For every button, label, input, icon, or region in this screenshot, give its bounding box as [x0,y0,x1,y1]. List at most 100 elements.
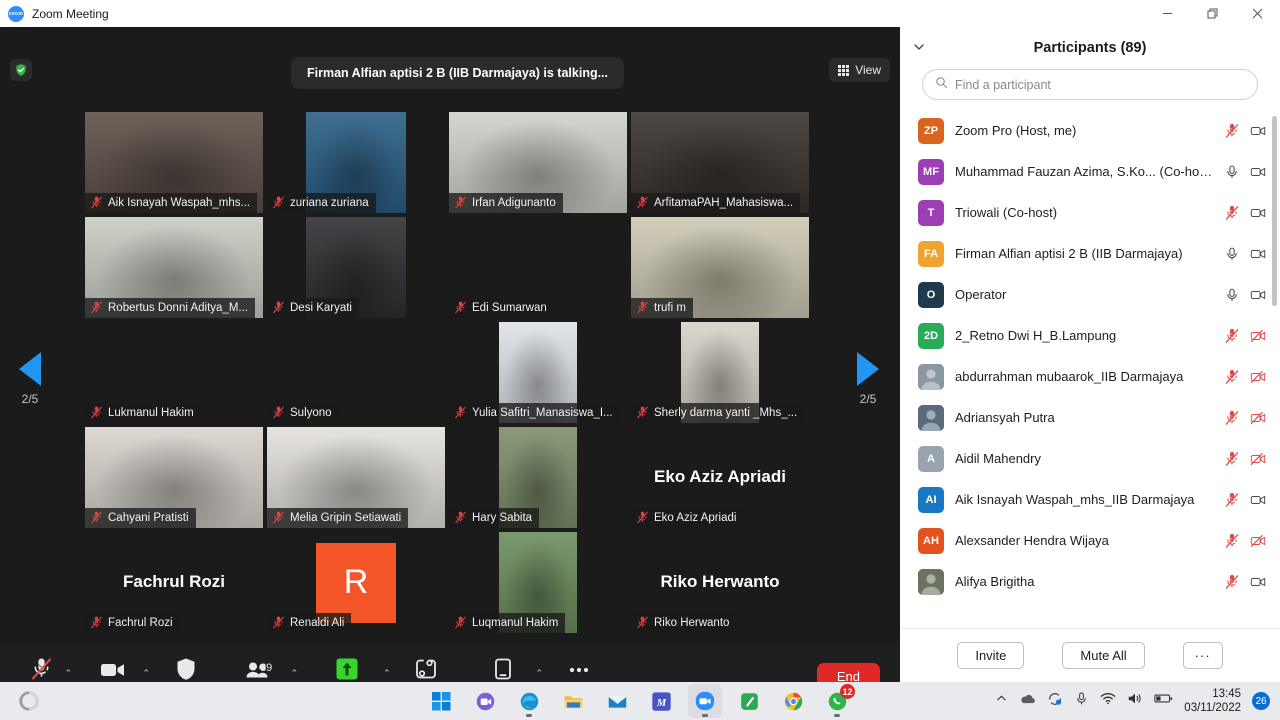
mic-icon[interactable] [1224,246,1240,262]
video-tile[interactable]: Irfan Adigunanto [449,112,627,213]
participant-row[interactable]: abdurrahman mubaarok_IIB Darmajaya [900,356,1280,397]
video-tile[interactable]: R Renaldi Ali [267,532,445,633]
video-tile[interactable]: Eko Aziz Apriadi Eko Aziz Apriadi [631,427,809,528]
camera-icon[interactable] [1250,123,1266,139]
show-hidden-icons-button[interactable] [995,692,1008,710]
video-tile[interactable]: zuriana zuriana [267,112,445,213]
view-button[interactable]: View [829,58,890,82]
camera-icon[interactable] [1250,164,1266,180]
participant-row[interactable]: AI Aik Isnayah Waspah_mhs_IIB Darmajaya [900,479,1280,520]
camera-off-icon[interactable] [1250,369,1266,385]
participant-row[interactable]: A Aidil Mahendry [900,438,1280,479]
mic-muted-icon[interactable] [1224,451,1240,467]
previous-page-button[interactable]: 2/5 [0,352,60,406]
participant-row[interactable]: O Operator [900,274,1280,315]
video-tile[interactable]: Lukmanul Hakim [85,322,263,423]
participant-row[interactable]: ZP Zoom Pro (Host, me) [900,110,1280,151]
cortana-icon[interactable] [18,690,40,712]
mic-muted-icon[interactable] [1224,533,1240,549]
chevron-up-icon[interactable]: ⌃ [383,668,391,679]
participant-row[interactable]: AH Alexsander Hendra Wijaya [900,520,1280,561]
video-tile[interactable]: Desi Karyati [267,217,445,318]
zoom-icon[interactable] [688,684,722,718]
avatar-initials-text: ZP [923,124,939,137]
mic-muted-icon[interactable] [1224,328,1240,344]
next-page-button[interactable]: 2/5 [838,352,898,406]
tile-nameplate: Riko Herwanto [631,613,737,633]
shield-check-icon[interactable] [10,59,32,81]
mic-muted-icon[interactable] [1224,574,1240,590]
video-tile[interactable]: ArfitamaPAH_Mahasiswa... [631,112,809,213]
participant-row[interactable]: 2D 2_Retno Dwi H_B.Lampung [900,315,1280,356]
chevron-down-icon[interactable] [912,40,926,57]
camera-icon[interactable] [1250,205,1266,221]
onedrive-icon[interactable] [1019,691,1036,711]
camera-icon[interactable] [1250,287,1266,303]
video-tile[interactable]: Aik Isnayah Waspah_mhs... [85,112,263,213]
participants-list[interactable]: ZP Zoom Pro (Host, me) MF Muhammad Fauzan A… [900,110,1280,628]
video-tile[interactable]: Riko Herwanto Riko Herwanto [631,532,809,633]
battery-icon[interactable] [1154,692,1173,710]
mic-muted-icon[interactable] [1224,205,1240,221]
volume-icon[interactable] [1127,691,1143,711]
video-tile[interactable]: Sherly darma yanti _Mhs_... [631,322,809,423]
more-dots-icon [566,657,592,681]
mendeley-icon[interactable]: M [644,684,678,718]
video-tile[interactable]: Yulia Safitri_Manasiswa_I... [449,322,627,423]
mic-muted-icon [91,196,102,209]
close-button[interactable] [1235,0,1280,27]
participant-row[interactable]: FA Firman Alfian aptisi 2 B (IIB Darmajay… [900,233,1280,274]
camera-off-icon[interactable] [1250,533,1266,549]
notepad-icon[interactable] [732,684,766,718]
video-tile[interactable]: trufi m [631,217,809,318]
participants-scrollbar[interactable] [1272,116,1277,306]
wifi-icon[interactable] [1100,691,1116,711]
windows-update-icon[interactable] [1047,691,1063,712]
participant-row[interactable]: Alifya Brigitha [900,561,1280,602]
mic-icon[interactable] [1224,287,1240,303]
camera-off-icon[interactable] [1250,328,1266,344]
file-explorer-icon[interactable] [556,684,590,718]
mic-muted-icon[interactable] [1224,369,1240,385]
video-tile[interactable]: Sulyono [267,322,445,423]
mic-icon[interactable] [1224,164,1240,180]
mute-all-button[interactable]: Mute All [1062,642,1145,669]
camera-off-icon[interactable] [1250,451,1266,467]
invite-button[interactable]: Invite [957,642,1025,669]
chevron-up-icon[interactable]: ⌃ [143,668,151,679]
notification-count-badge[interactable]: 26 [1252,692,1270,710]
search-input[interactable]: Find a participant [922,69,1258,100]
taskbar-clock[interactable]: 13:45 03/11/2022 [1184,687,1241,716]
chevron-up-icon[interactable]: ⌃ [291,668,299,679]
camera-off-icon[interactable] [1250,410,1266,426]
participants-more-button[interactable]: ··· [1182,642,1223,669]
video-tile[interactable]: Fachrul Rozi Fachrul Rozi [85,532,263,633]
camera-icon[interactable] [1250,574,1266,590]
participant-row[interactable]: T Triowali (Co-host) [900,192,1280,233]
video-tile[interactable]: Edi Sumarwan [449,217,627,318]
mic-muted-icon[interactable] [1224,410,1240,426]
restore-button[interactable] [1190,0,1235,27]
mic-muted-icon[interactable] [1224,123,1240,139]
start-icon[interactable] [424,684,458,718]
edge-icon[interactable] [512,684,546,718]
chevron-up-icon[interactable]: ⌃ [64,668,72,679]
mic-muted-icon [273,196,284,209]
microphone-icon[interactable] [1074,691,1089,711]
camera-icon[interactable] [1250,492,1266,508]
video-tile[interactable]: Luqmanul Hakim [449,532,627,633]
video-tile[interactable]: Hary Sabita [449,427,627,528]
video-tile[interactable]: Melia Gripin Setiawati [267,427,445,528]
teams-icon[interactable] [468,684,502,718]
camera-icon[interactable] [1250,246,1266,262]
mic-muted-icon[interactable] [1224,492,1240,508]
chrome-icon[interactable] [776,684,810,718]
participant-row[interactable]: MF Muhammad Fauzan Azima, S.Ko... (Co-hos… [900,151,1280,192]
video-tile[interactable]: Robertus Donni Aditya_M... [85,217,263,318]
chevron-up-icon[interactable]: ⌃ [536,668,544,679]
whatsapp-icon[interactable]: 12 [820,684,855,718]
minimize-button[interactable] [1145,0,1190,27]
video-tile[interactable]: Cahyani Pratisti [85,427,263,528]
participant-row[interactable]: Adriansyah Putra [900,397,1280,438]
mail-icon[interactable] [600,684,634,718]
